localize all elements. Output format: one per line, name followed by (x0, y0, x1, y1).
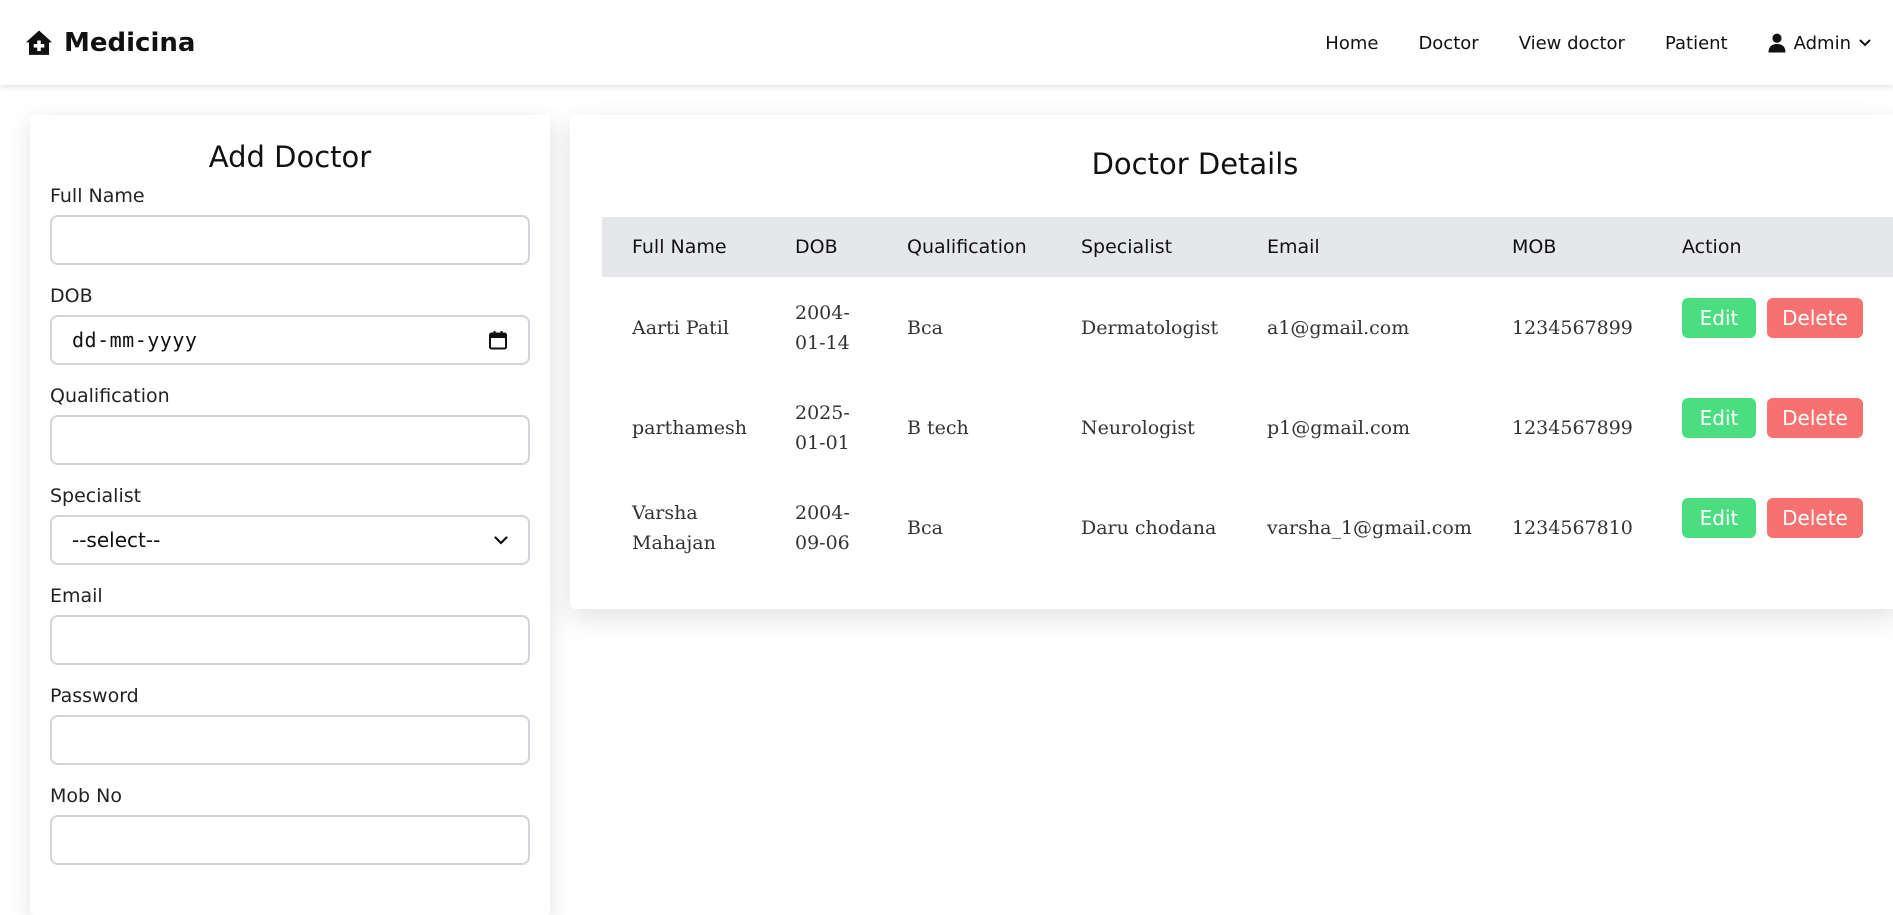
table-row: Varsha Mahajan 2004- 09-06 Bca Daru chodan… (602, 478, 1893, 578)
cell-mob: 1234567899 (1512, 417, 1633, 439)
top-navbar: Medicina Home Doctor View doctor Patient… (0, 0, 1893, 85)
admin-dropdown[interactable]: Admin (1768, 33, 1871, 54)
cell-dob: 2025- 01-01 (795, 402, 850, 454)
nav-doctor[interactable]: Doctor (1418, 33, 1478, 54)
specialist-select[interactable]: --select-- (50, 515, 530, 565)
mob-input[interactable] (50, 815, 530, 865)
header-qualification: Qualification (907, 236, 1027, 258)
header-mob: MOB (1512, 236, 1557, 258)
email-input[interactable] (50, 615, 530, 665)
cell-mob: 1234567810 (1512, 517, 1633, 539)
cell-specialist: Neurologist (1081, 417, 1195, 439)
user-icon (1768, 33, 1786, 53)
cell-mob: 1234567899 (1512, 317, 1633, 339)
cell-name: Varsha Mahajan (632, 502, 716, 554)
cell-name: Aarti Patil (632, 317, 729, 339)
brand-link[interactable]: Medicina (24, 26, 195, 60)
table-row: Aarti Patil 2004- 01-14 Bca Dermatologist… (602, 278, 1893, 378)
chevron-down-icon (1859, 39, 1871, 47)
cell-specialist: Dermatologist (1081, 317, 1219, 339)
dob-placeholder: dd-mm-yyyy (72, 328, 198, 352)
full-name-label: Full Name (50, 185, 145, 207)
header-specialist: Specialist (1081, 236, 1173, 258)
delete-button[interactable]: Delete (1767, 298, 1863, 338)
edit-button[interactable]: Edit (1682, 498, 1756, 538)
qualification-label: Qualification (50, 385, 170, 407)
nav-links: Home Doctor View doctor Patient Admin (1325, 28, 1871, 58)
home-medical-icon (25, 30, 53, 55)
cell-email: varsha_1@gmail.com (1267, 517, 1472, 539)
chevron-down-icon (494, 535, 508, 545)
specialist-selected: --select-- (72, 528, 161, 552)
nav-patient[interactable]: Patient (1665, 33, 1728, 54)
cell-qualification: Bca (907, 317, 943, 339)
table-header: Full Name DOB Qualification Specialist E… (602, 217, 1893, 277)
specialist-label: Specialist (50, 485, 142, 507)
doctor-details-card: Doctor Details Full Name DOB Qualificati… (570, 115, 1893, 609)
edit-button[interactable]: Edit (1682, 398, 1756, 438)
table-row: parthamesh 2025- 01-01 B tech Neurologist… (602, 378, 1893, 478)
header-full-name: Full Name (632, 236, 727, 258)
cell-dob: 2004- 01-14 (795, 302, 850, 354)
nav-home[interactable]: Home (1325, 33, 1378, 54)
mob-label: Mob No (50, 785, 122, 807)
qualification-input[interactable] (50, 415, 530, 465)
dob-input[interactable]: dd-mm-yyyy (50, 315, 530, 365)
nav-view-doctor[interactable]: View doctor (1519, 33, 1625, 54)
cell-qualification: Bca (907, 517, 943, 539)
edit-button[interactable]: Edit (1682, 298, 1756, 338)
dob-label: DOB (50, 285, 93, 307)
admin-label: Admin (1793, 32, 1851, 54)
cell-name: parthamesh (632, 417, 748, 439)
password-label: Password (50, 685, 139, 707)
cell-email: p1@gmail.com (1267, 417, 1411, 439)
delete-button[interactable]: Delete (1767, 398, 1863, 438)
email-label: Email (50, 585, 103, 607)
add-doctor-form: Add Doctor Full Name DOB dd-mm-yyyy Qual… (30, 115, 550, 915)
full-name-input[interactable] (50, 215, 530, 265)
cell-email: a1@gmail.com (1267, 317, 1410, 339)
header-email: Email (1267, 236, 1320, 258)
cell-dob: 2004- 09-06 (795, 502, 850, 554)
header-action: Action (1682, 236, 1742, 258)
cell-specialist: Daru chodana (1081, 517, 1217, 539)
brand-name: Medicina (64, 28, 196, 58)
cell-qualification: B tech (907, 417, 969, 439)
delete-button[interactable]: Delete (1767, 498, 1863, 538)
password-input[interactable] (50, 715, 530, 765)
table-title: Doctor Details (1091, 147, 1299, 181)
header-dob: DOB (795, 236, 838, 258)
calendar-icon[interactable] (488, 330, 508, 350)
form-title: Add Doctor (208, 140, 372, 174)
